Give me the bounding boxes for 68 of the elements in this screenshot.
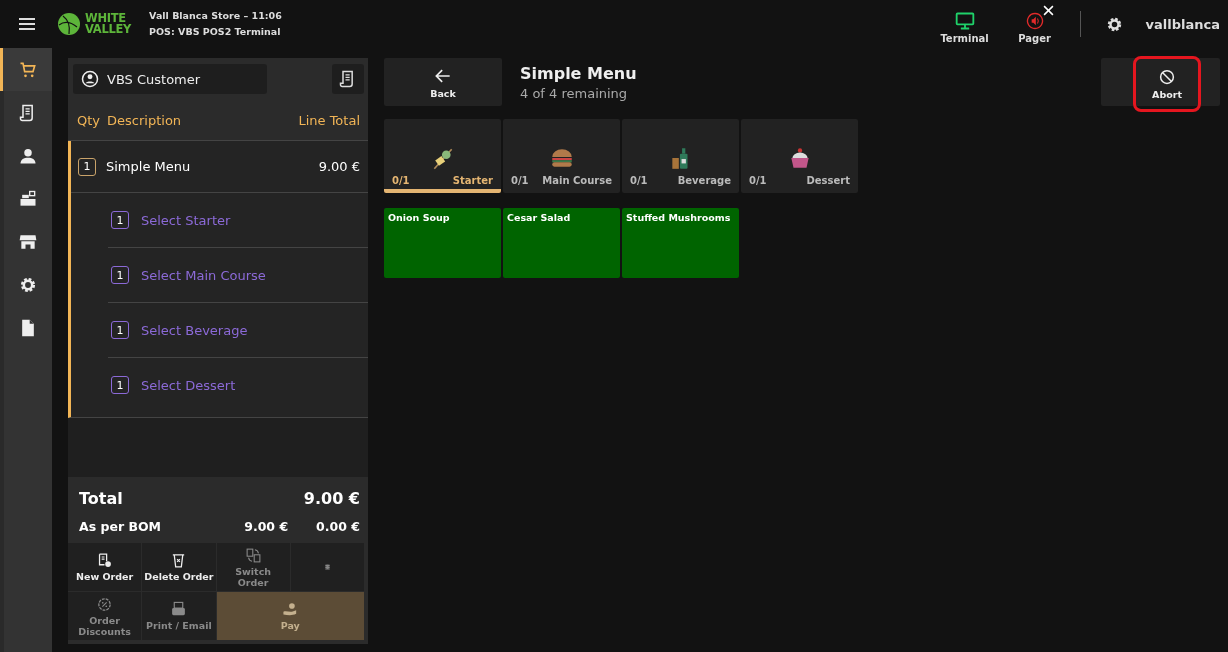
delete-button[interactable]: Delete Order	[142, 543, 216, 591]
quantity: 1	[111, 321, 129, 339]
speaker-icon	[1024, 10, 1045, 31]
customer-button[interactable]: VBS Customer	[73, 64, 267, 94]
quantity: 1	[111, 266, 129, 284]
item-name: Simple Menu	[106, 159, 192, 174]
printer-icon	[170, 601, 188, 618]
back-button[interactable]: Back	[384, 58, 502, 106]
bom-value: 9.00 €	[244, 518, 289, 534]
category-count: 0/1	[392, 175, 410, 186]
line-total: 9.00 €	[318, 159, 360, 174]
category-label: Main Course	[542, 175, 612, 186]
status-indicator[interactable]: Pager	[1003, 4, 1066, 44]
close-icon	[1042, 4, 1054, 16]
menu-choice: Select Main Course	[141, 267, 266, 283]
bom-label: As per BOM	[79, 518, 161, 534]
product-button[interactable]: Cesar Salad	[503, 208, 620, 278]
category-tab[interactable]: 0/1 Main Course	[503, 119, 620, 193]
username[interactable]: vallblanca	[1145, 16, 1220, 32]
menu-title: Simple Menu	[520, 63, 637, 83]
receipt-plus-icon	[96, 552, 114, 569]
category-tab[interactable]: 0/1 Dessert	[741, 119, 858, 193]
receipt-settings-button[interactable]	[332, 64, 364, 94]
menu-icon[interactable]	[19, 17, 35, 31]
category-label: Dessert	[806, 175, 850, 186]
swap-icon	[244, 546, 262, 564]
category-tab[interactable]: 0/1 Beverage	[622, 119, 739, 193]
product-button[interactable]: Onion Soup	[384, 208, 501, 278]
status-label: Pager	[1018, 32, 1051, 44]
total-label: Total	[79, 488, 123, 508]
column-header: Line Total	[298, 112, 360, 128]
quantity: 1	[111, 211, 129, 229]
status-indicator[interactable]: Terminal	[933, 4, 996, 44]
total-value: 9.00 €	[303, 488, 360, 508]
sub-line[interactable]: 1 Select Main Course	[108, 247, 368, 302]
status-label: Terminal	[940, 32, 989, 44]
sub-line[interactable]: 1 Select Beverage	[108, 302, 368, 357]
abort-button[interactable]: Abort	[1133, 56, 1201, 112]
category-tab[interactable]: 0/1 Starter	[384, 119, 501, 193]
logo: WHITE VALLEY	[57, 12, 132, 36]
nav-item[interactable]	[0, 48, 52, 91]
order-line[interactable]: 1 Simple Menu 9.00 €	[71, 141, 368, 193]
store-time-label: Vall Blanca Store – 11:06	[149, 9, 282, 23]
customer-name: VBS Customer	[107, 71, 201, 87]
product-button[interactable]: Stuffed Mushrooms	[622, 208, 739, 278]
remaining-label: 4 of 4 remaining	[520, 85, 629, 101]
sub-line[interactable]: 1 Select Dessert	[108, 357, 368, 412]
column-header: Description	[107, 112, 183, 128]
monitor-icon	[954, 10, 975, 31]
menu-choice: Select Beverage	[141, 322, 248, 338]
person-circle-icon	[81, 70, 99, 88]
quantity: 1	[111, 376, 129, 394]
percent-badge-icon	[96, 595, 114, 613]
menu-choice: Select Starter	[141, 212, 231, 228]
sub-line[interactable]: 1 Select Starter	[108, 193, 368, 247]
coin-hand-icon	[281, 601, 299, 618]
category-count: 0/1	[630, 175, 648, 186]
quantity: 1	[78, 157, 96, 176]
menu-choice: Select Dessert	[141, 377, 236, 393]
terminal-label: POS: VBS POS2 Terminal	[149, 25, 282, 39]
prohibited-icon	[1158, 68, 1176, 86]
new-button[interactable]: New Order	[68, 543, 142, 591]
category-count: 0/1	[749, 175, 767, 186]
category-label: Beverage	[677, 175, 731, 186]
column-header: Qty	[77, 112, 101, 128]
category-label: Starter	[452, 175, 493, 186]
category-count: 0/1	[511, 175, 529, 186]
bom-value: 0.00 €	[316, 518, 360, 534]
